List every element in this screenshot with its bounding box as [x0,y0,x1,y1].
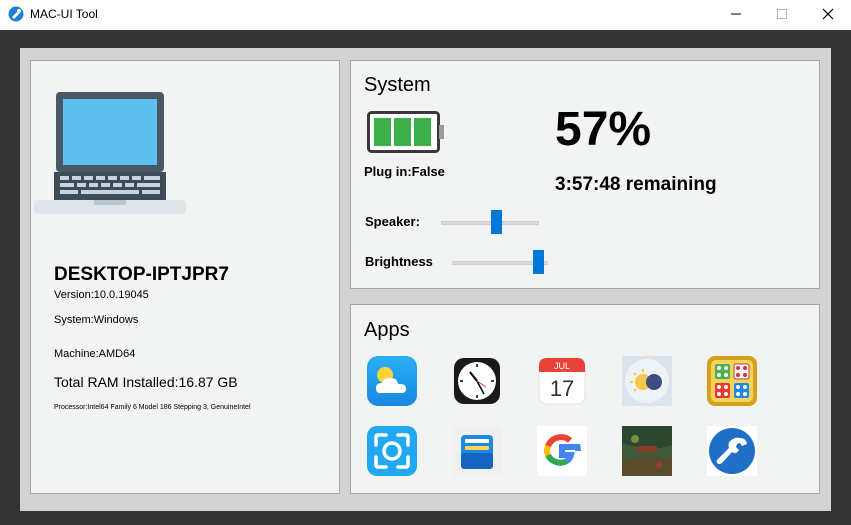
brightness-label: Brightness [365,254,433,269]
maximize-button[interactable] [759,0,805,28]
wallet-icon [452,426,502,476]
os-system: System:Windows [54,314,139,326]
calendar-app-button[interactable]: JUL 17 [536,355,588,407]
computer-name: DESKTOP-IPTJPR7 [54,264,229,285]
battery-remaining: 3:57:48 remaining [555,174,717,195]
settings-app-button[interactable] [706,425,758,477]
ludo-app-button[interactable] [706,355,758,407]
slider-track [441,221,539,225]
google-app-button[interactable] [536,425,588,477]
wallet-app-button[interactable] [451,425,503,477]
close-button[interactable] [805,0,851,28]
battery-percent: 57% [555,103,652,156]
close-icon [822,8,834,20]
processor-info: Processor:Intel64 Family 6 Model 186 Ste… [54,404,251,411]
game-icon [622,426,672,476]
speaker-slider-thumb[interactable] [491,210,502,234]
ram-info: Total RAM Installed:16.87 GB [54,374,238,390]
weather-moon-icon [622,356,672,406]
clock-app-button[interactable] [451,355,503,407]
wrench-icon [707,426,757,476]
battery-icon [367,111,444,153]
apps-heading: Apps [364,319,410,341]
weather-icon [367,356,417,406]
ludo-icon [707,356,757,406]
speaker-label: Speaker: [365,214,420,229]
app-logo-icon [8,6,24,22]
maximize-icon [777,9,787,19]
calendar-day: 17 [550,376,574,401]
google-icon [537,426,587,476]
clock-icon [454,358,500,404]
game-app-button[interactable] [621,425,673,477]
brightness-slider[interactable] [452,250,548,274]
minimize-button[interactable] [713,0,759,28]
os-version: Version:10.0.19045 [54,289,149,301]
brightness-slider-thumb[interactable] [533,250,544,274]
speaker-slider[interactable] [441,210,539,234]
machine-type: Machine:AMD64 [54,348,136,360]
weather-2-app-button[interactable] [621,355,673,407]
title-bar: MAC-UI Tool [0,0,851,28]
calendar-month: JUL [554,361,570,371]
minimize-icon [731,13,741,15]
laptop-icon [34,92,186,214]
calendar-icon: JUL 17 [538,357,586,405]
system-heading: System [364,74,431,96]
screenshot-icon [367,426,417,476]
window-title: MAC-UI Tool [30,7,98,21]
screenshot-app-button[interactable] [366,425,418,477]
weather-app-button[interactable] [366,355,418,407]
plug-status: Plug in:False [364,164,445,179]
